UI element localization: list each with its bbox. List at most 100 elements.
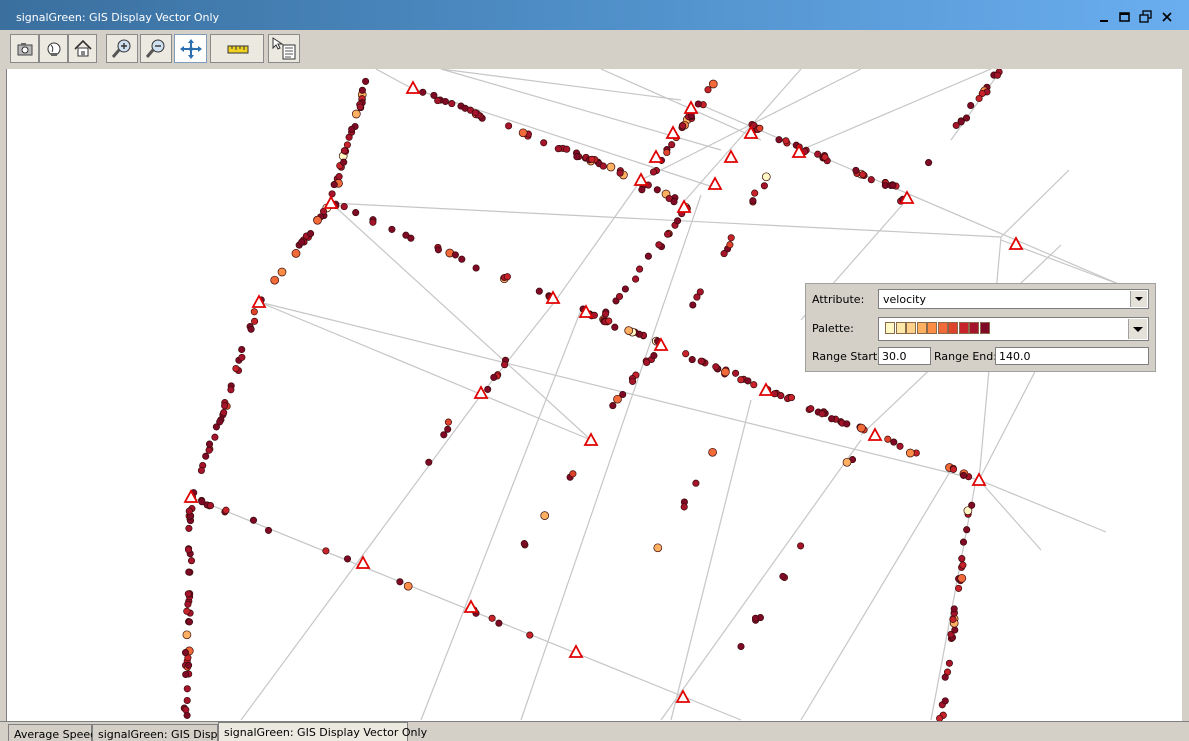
signal-marker[interactable] [648,149,664,163]
velocity-points-layer [180,69,1003,721]
velocity-point [369,218,377,226]
attribute-dropdown-arrow[interactable] [1130,291,1147,307]
road-segment [670,399,752,721]
signal-marker[interactable] [665,125,681,139]
range-start-label: Range Start: [812,350,881,363]
maximize-icon[interactable] [1117,10,1133,24]
road-segment [950,69,1002,141]
signal-marker[interactable] [633,172,649,186]
velocity-point [721,367,730,377]
close-icon[interactable] [1160,10,1176,24]
velocity-point [967,101,975,110]
velocity-point [959,471,968,479]
velocity-point [655,241,663,249]
velocity-point [520,540,528,548]
snapshot-button[interactable] [10,34,39,63]
minimize-icon[interactable] [1096,10,1112,24]
velocity-point [205,440,214,448]
identify-button[interactable] [268,34,300,63]
velocity-point [818,410,826,418]
range-start-input[interactable]: 30.0 [878,347,931,365]
signal-marker[interactable] [867,427,883,441]
velocity-point [182,670,190,679]
map-vector-layer[interactable] [7,69,1183,721]
globe-button[interactable] [39,34,68,63]
velocity-point [251,317,259,325]
zoom-in-icon [111,39,131,58]
velocity-point [720,250,728,258]
velocity-point [993,71,1001,79]
velocity-point [472,264,480,272]
velocity-point [704,86,712,94]
range-start-value: 30.0 [882,350,907,363]
tab-average-speed[interactable]: Average Speed [8,724,97,741]
signal-marker[interactable] [405,80,421,94]
velocity-point [797,542,805,550]
velocity-point [277,267,287,277]
velocity-point [737,642,745,651]
signal-marker[interactable] [707,176,723,190]
chevron-down-icon [1135,297,1143,301]
velocity-point [526,631,534,639]
road-segment [420,309,582,721]
velocity-point [182,706,190,714]
velocity-point [601,310,610,318]
chevron-down-icon [1133,327,1143,332]
velocity-point [674,217,682,225]
velocity-point [949,465,958,473]
velocity-point [905,448,915,458]
velocity-point [737,376,745,384]
attribute-select[interactable]: velocity [878,289,1149,309]
velocity-point [760,182,768,190]
velocity-point [184,590,192,598]
road-segment [680,69,802,206]
velocity-point [205,446,213,454]
velocity-point [941,673,949,681]
velocity-point [247,325,255,333]
velocity-point [962,114,971,122]
velocity-point [434,246,442,254]
restore-icon[interactable] [1138,10,1154,24]
velocity-point [403,581,413,591]
velocity-point [182,630,192,640]
measure-button[interactable] [210,34,264,63]
palette-dropdown-arrow[interactable] [1128,319,1147,339]
velocity-point [616,169,624,177]
velocity-point [750,381,758,389]
velocity-point [941,697,949,705]
home-button[interactable] [68,34,97,63]
velocity-point [951,626,959,634]
map-canvas[interactable] [6,69,1183,721]
velocity-point [503,273,511,281]
velocity-point [183,607,191,615]
velocity-point [975,94,983,103]
velocity-point [751,189,759,197]
palette-swatch [895,322,906,334]
range-end-input[interactable]: 140.0 [995,347,1149,365]
signal-marker[interactable] [355,555,371,569]
attribute-value: velocity [883,293,926,306]
velocity-point [807,405,815,413]
palette-label: Palette: [812,322,854,335]
velocity-point [613,394,622,404]
signal-marker[interactable] [675,689,691,703]
velocity-point [181,649,190,657]
zoom-in-button[interactable] [106,34,138,63]
velocity-point [535,287,543,295]
zoom-out-button[interactable] [140,34,172,63]
tab-gis-display[interactable]: signalGreen: GIS Display [92,724,234,741]
velocity-point [444,425,452,433]
velocity-point [889,181,897,189]
pan-button[interactable] [174,34,207,63]
velocity-point [680,503,688,511]
velocity-point [688,356,696,364]
velocity-point [653,543,663,553]
tab-gis-display-vector-only[interactable]: signalGreen: GIS Display Vector Only [218,722,427,741]
velocity-point [540,511,550,520]
road-segment [240,394,482,721]
velocity-point [540,139,548,147]
velocity-point [348,125,356,133]
title-bar: signalGreen: GIS Display Vector Only [0,0,1189,30]
velocity-point [451,251,459,259]
palette-select[interactable] [878,317,1149,341]
